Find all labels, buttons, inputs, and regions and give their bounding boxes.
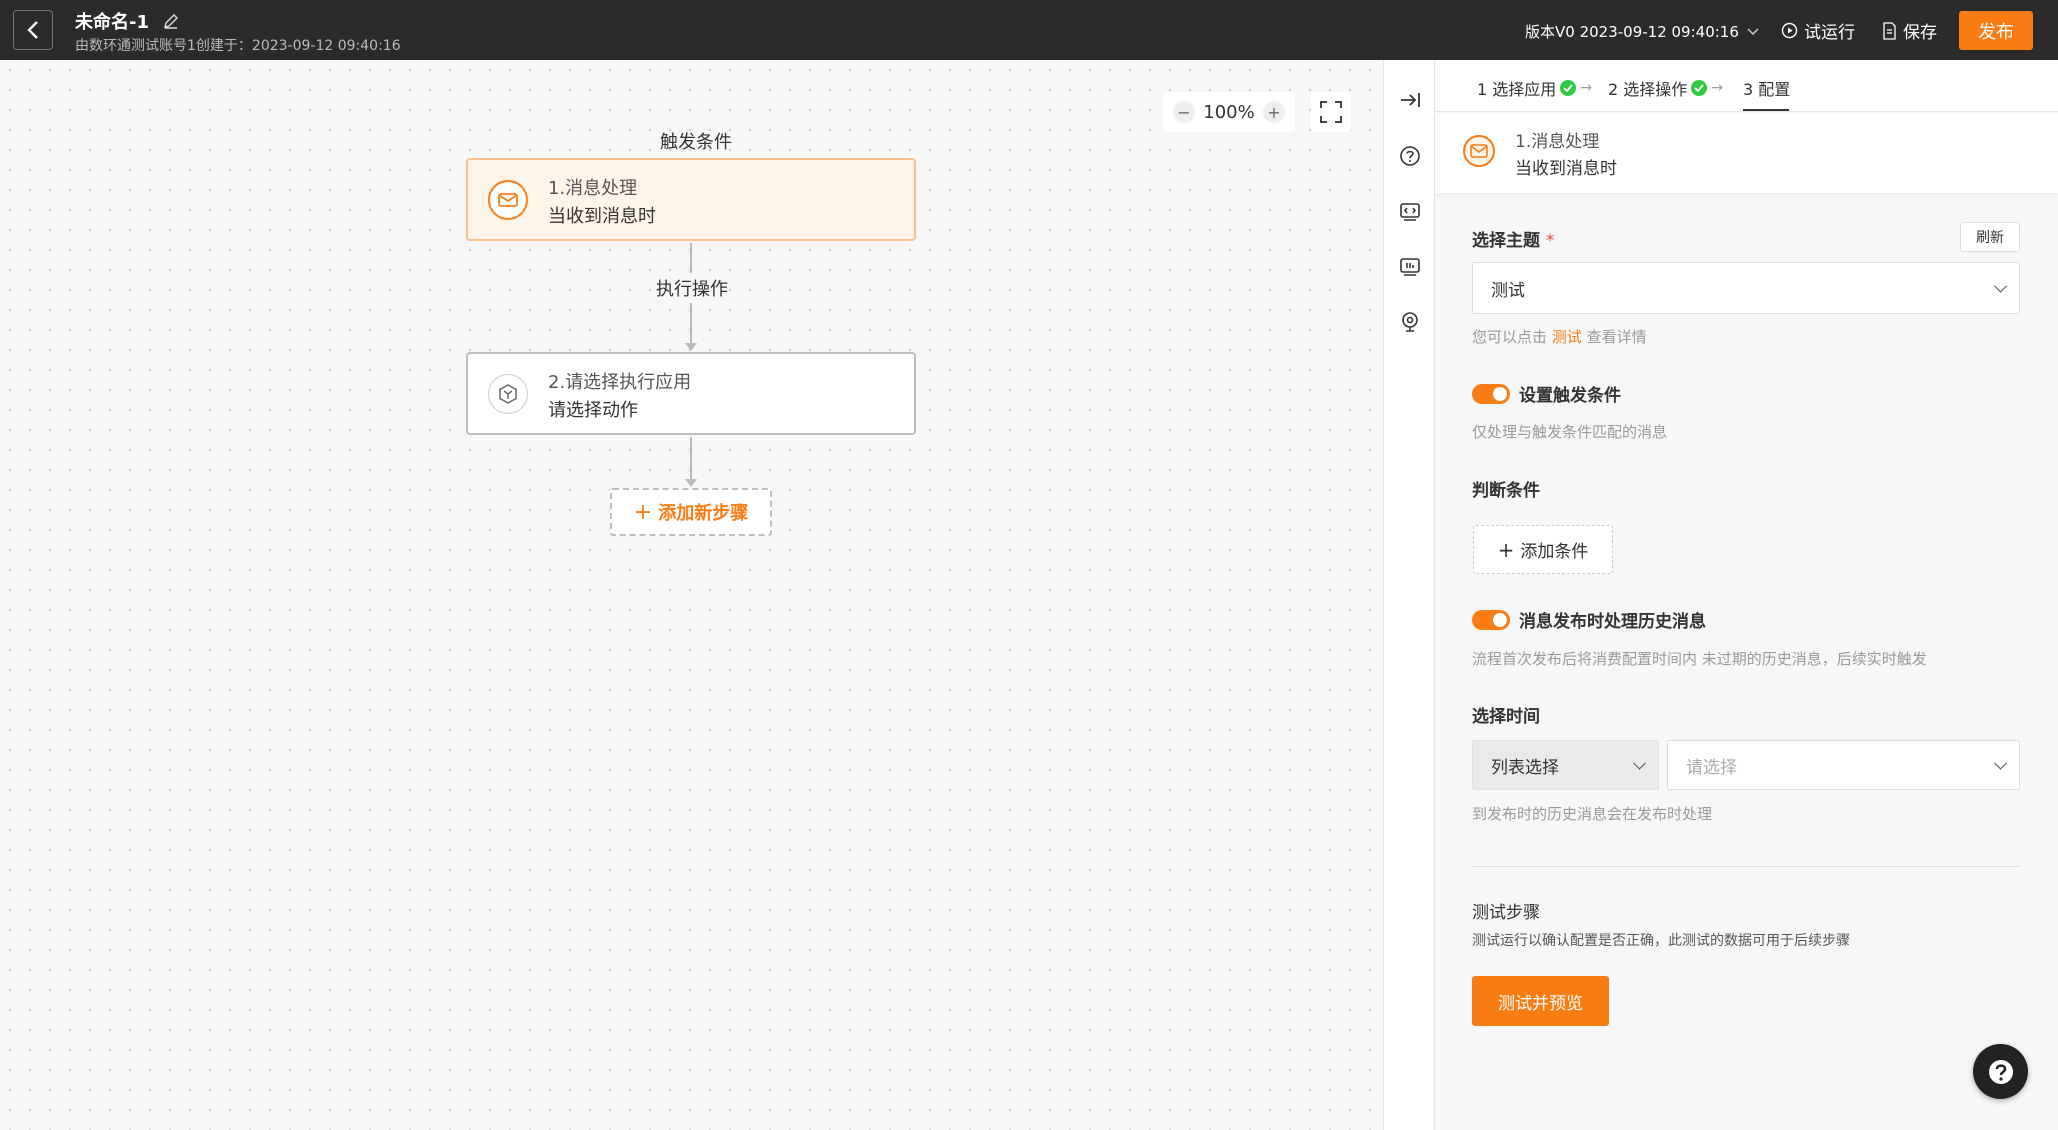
back-button[interactable] bbox=[13, 10, 53, 50]
arrow-down-icon bbox=[685, 479, 697, 487]
message-icon bbox=[488, 180, 528, 220]
add-step-label: 添加新步骤 bbox=[658, 503, 749, 524]
trial-run-label: 试运行 bbox=[1804, 23, 1855, 43]
refresh-button[interactable]: 刷新 bbox=[1960, 222, 2020, 252]
question-icon bbox=[1988, 1059, 2013, 1084]
history-message-hint: 流程首次发布后将消费配置时间内 未过期的历史消息，后续实时触发 bbox=[1472, 650, 1927, 668]
chevron-down-icon bbox=[1994, 279, 2007, 293]
fullscreen-icon bbox=[1320, 101, 1342, 123]
hint-text: 您可以点击 bbox=[1472, 328, 1548, 346]
trigger-condition-hint: 仅处理与触发条件匹配的消息 bbox=[1472, 423, 1668, 441]
cube-icon bbox=[488, 374, 528, 414]
required-mark: * bbox=[1545, 231, 1555, 251]
save-button[interactable]: 保存 bbox=[1882, 18, 1937, 43]
hint-text: 查看详情 bbox=[1586, 328, 1647, 346]
zoom-in-button[interactable]: + bbox=[1263, 101, 1285, 123]
action-label: 执行操作 bbox=[656, 273, 728, 303]
trigger-condition-toggle[interactable] bbox=[1472, 384, 1510, 404]
zoom-level: 100% bbox=[1203, 101, 1255, 123]
publish-button[interactable]: 发布 bbox=[1959, 11, 2033, 50]
plus-icon: + bbox=[1497, 537, 1515, 562]
time-value-select[interactable]: 请选择 bbox=[1667, 740, 2020, 790]
topic-label: 选择主题 * bbox=[1472, 226, 1554, 251]
message-icon bbox=[1463, 135, 1495, 167]
page-title: 未命名-1 bbox=[75, 12, 149, 33]
trigger-node[interactable]: 1.消息处理 当收到消息时 bbox=[466, 158, 916, 241]
config-panel: 1 选择应用 → 2 选择操作 → 3 配置 1.消息处理 当收到消息时 选择主… bbox=[1435, 60, 2058, 1130]
save-label: 保存 bbox=[1903, 23, 1937, 43]
help-circle-icon[interactable] bbox=[1398, 144, 1422, 168]
time-mode-select[interactable]: 列表选择 bbox=[1472, 740, 1659, 790]
monitor-icon[interactable] bbox=[1398, 255, 1422, 279]
help-button[interactable] bbox=[1973, 1044, 2028, 1099]
trigger-label: 触发条件 bbox=[660, 132, 732, 153]
conditions-label: 判断条件 bbox=[1472, 481, 1540, 501]
creator-info: 由数环通测试账号1创建于：2023-09-12 09:40:16 bbox=[75, 38, 401, 54]
time-mode-value: 列表选择 bbox=[1491, 757, 1559, 778]
zoom-out-button[interactable]: − bbox=[1173, 101, 1195, 123]
document-icon bbox=[1883, 21, 1896, 40]
play-circle-icon bbox=[1781, 22, 1798, 39]
chevron-down-icon bbox=[1747, 27, 1759, 35]
check-icon bbox=[1691, 80, 1708, 96]
chevron-down-icon bbox=[1633, 756, 1646, 770]
zoom-control: − 100% + bbox=[1163, 92, 1295, 132]
connector-line bbox=[690, 243, 692, 273]
topic-hint: 您可以点击 测试 查看详情 bbox=[1472, 326, 1647, 347]
version-select[interactable]: 版本V0 2023-09-12 09:40:16 bbox=[1525, 21, 1759, 42]
trial-run-button[interactable]: 试运行 bbox=[1781, 18, 1855, 43]
node-title: 1.消息处理 bbox=[548, 178, 638, 199]
step-label: 2 选择操作 bbox=[1608, 80, 1688, 99]
connector-line bbox=[690, 303, 692, 343]
plus-icon: + bbox=[633, 499, 653, 525]
top-header: 未命名-1 由数环通测试账号1创建于：2023-09-12 09:40:16 版… bbox=[0, 0, 2058, 60]
tool-rail bbox=[1383, 60, 1435, 1130]
trigger-condition-label: 设置触发条件 bbox=[1519, 386, 1621, 406]
fullscreen-button[interactable] bbox=[1311, 92, 1351, 132]
test-link[interactable]: 测试 bbox=[1552, 328, 1582, 346]
topic-select[interactable]: 测试 bbox=[1472, 262, 2020, 314]
node-subtitle: 请选择动作 bbox=[548, 400, 638, 421]
time-hint: 到发布时的历史消息会在发布时处理 bbox=[1472, 805, 1713, 823]
test-step-desc: 测试运行以确认配置是否正确，此测试的数据可用于后续步骤 bbox=[1472, 933, 1850, 949]
divider bbox=[1472, 866, 2020, 867]
time-label: 选择时间 bbox=[1472, 707, 1540, 727]
topic-label-text: 选择主题 bbox=[1472, 231, 1540, 251]
info-title: 1.消息处理 bbox=[1515, 132, 1600, 152]
arrow-down-icon bbox=[685, 343, 697, 351]
history-message-label: 消息发布时处理历史消息 bbox=[1519, 612, 1706, 632]
test-step-title: 测试步骤 bbox=[1472, 903, 1540, 923]
node-subtitle: 当收到消息时 bbox=[548, 206, 656, 227]
tab-select-action[interactable]: 2 选择操作 → bbox=[1608, 76, 1723, 100]
tab-configure[interactable]: 3 配置 bbox=[1743, 76, 1790, 100]
step-label: 3 配置 bbox=[1743, 80, 1791, 99]
flow-canvas[interactable]: − 100% + 触发条件 1.消息处理 当收到消息时 执行操作 2.请选择执行… bbox=[0, 60, 1383, 1130]
active-tab-indicator bbox=[1743, 109, 1789, 111]
test-preview-button[interactable]: 测试并预览 bbox=[1472, 976, 1609, 1026]
add-condition-button[interactable]: + 添加条件 bbox=[1473, 525, 1613, 574]
step-label: 1 选择应用 bbox=[1477, 80, 1557, 99]
arrow-right-icon: → bbox=[1580, 80, 1593, 96]
selected-node-info: 1.消息处理 当收到消息时 bbox=[1435, 113, 2058, 193]
info-subtitle: 当收到消息时 bbox=[1515, 159, 1617, 179]
action-node[interactable]: 2.请选择执行应用 请选择动作 bbox=[466, 352, 916, 435]
chevron-down-icon bbox=[1994, 756, 2007, 770]
code-icon[interactable] bbox=[1398, 200, 1422, 224]
step-tabs: 1 选择应用 → 2 选择操作 → 3 配置 bbox=[1435, 60, 2058, 112]
location-icon[interactable] bbox=[1398, 310, 1422, 334]
version-label: 版本V0 2023-09-12 09:40:16 bbox=[1525, 23, 1739, 41]
connector-line bbox=[690, 437, 692, 479]
collapse-panel-icon[interactable] bbox=[1398, 88, 1422, 112]
history-message-toggle[interactable] bbox=[1472, 610, 1510, 630]
add-step-button[interactable]: + 添加新步骤 bbox=[610, 488, 772, 536]
topic-value: 测试 bbox=[1491, 280, 1525, 301]
chevron-left-icon bbox=[27, 21, 38, 39]
add-condition-label: 添加条件 bbox=[1520, 542, 1589, 562]
check-icon bbox=[1560, 80, 1577, 96]
edit-icon[interactable] bbox=[162, 12, 180, 30]
arrow-right-icon: → bbox=[1711, 80, 1724, 96]
time-placeholder: 请选择 bbox=[1686, 757, 1737, 778]
node-title: 2.请选择执行应用 bbox=[548, 372, 692, 393]
tab-select-app[interactable]: 1 选择应用 → bbox=[1477, 76, 1592, 100]
